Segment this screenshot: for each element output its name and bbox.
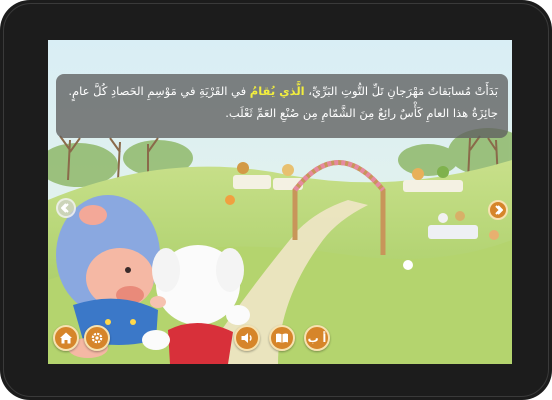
story-text-segment: في القَرْيَةِ في مَوْسِمِ الحَصادِ كُلَّ… xyxy=(68,84,247,98)
tablet-camera xyxy=(544,190,552,200)
story-text-segment: بَدَأَتْ مُسابَقاتُ مَهْرَجانِ تَلِّ الت… xyxy=(308,84,498,98)
text-toggle-button[interactable]: أ ب xyxy=(304,325,330,351)
settings-button[interactable] xyxy=(84,325,110,351)
text-icon: أ ب xyxy=(307,331,327,345)
story-caption: بَدَأَتْ مُسابَقاتُ مَهْرَجانِ تَلِّ الت… xyxy=(56,74,508,138)
speaker-icon xyxy=(241,333,252,343)
library-button[interactable] xyxy=(269,325,295,351)
app-screen: بَدَأَتْ مُسابَقاتُ مَهْرَجانِ تَلِّ الت… xyxy=(48,40,512,364)
previous-page-button[interactable] xyxy=(56,198,76,218)
story-line-1: بَدَأَتْ مُسابَقاتُ مَهْرَجانِ تَلِّ الت… xyxy=(66,80,498,102)
book-icon xyxy=(276,333,288,343)
chevron-left-icon xyxy=(61,203,69,213)
next-page-button[interactable] xyxy=(488,200,508,220)
story-line-2: جائِزَةُ هذا العامِ كَأْسٌ رائِعٌ مِنَ ا… xyxy=(225,106,498,120)
chevron-right-icon xyxy=(495,205,503,215)
tablet-frame: بَدَأَتْ مُسابَقاتُ مَهْرَجانِ تَلِّ الت… xyxy=(0,0,552,400)
home-icon xyxy=(60,332,72,344)
audio-button[interactable] xyxy=(234,325,260,351)
home-button[interactable] xyxy=(53,325,79,351)
story-highlighted-word: الَّذي يُقامُ xyxy=(249,84,305,98)
gear-icon xyxy=(91,332,103,344)
